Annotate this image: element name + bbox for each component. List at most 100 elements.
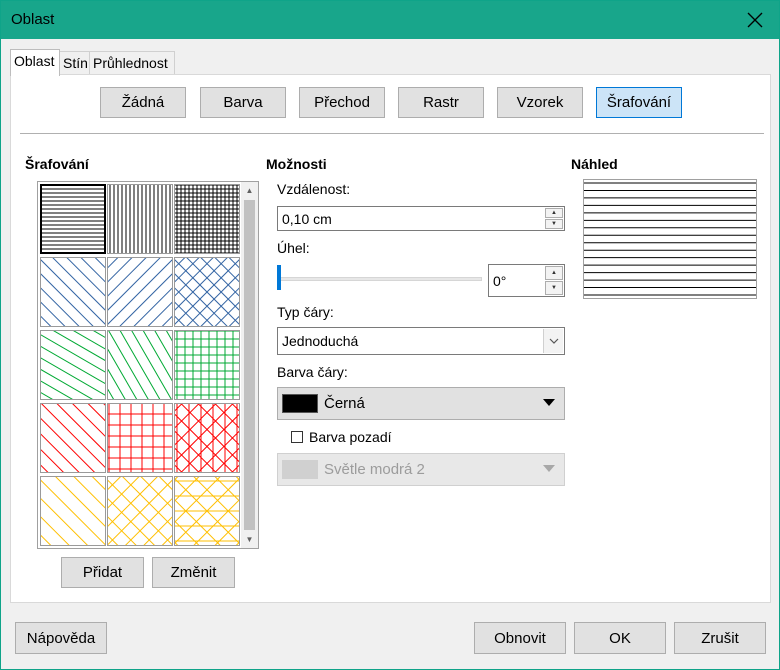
fill-gradient-button[interactable]: Přechod [299, 87, 385, 118]
hatch-line [0, 377, 152, 530]
tab-area[interactable]: Oblast [10, 49, 60, 76]
close-button[interactable] [735, 5, 775, 35]
spin-up-icon[interactable]: ▲ [545, 266, 563, 280]
hatch-line [151, 323, 322, 494]
spin-down-icon[interactable]: ▼ [545, 219, 563, 229]
dropdown-arrow-icon [543, 399, 555, 406]
hatch-pattern-thumbnail [87, 244, 327, 486]
options-title: Možnosti [266, 156, 327, 172]
hatch-pattern-item[interactable] [0, 226, 223, 504]
hatch-pattern-thumbnail [0, 362, 289, 653]
fill-pattern-button[interactable]: Vzorek [497, 87, 583, 118]
line-type-select[interactable]: Jednoduchá [277, 327, 565, 355]
hatch-pattern-thumbnail [0, 362, 222, 653]
fill-bitmap-button[interactable]: Rastr [398, 87, 484, 118]
hatch-line [0, 143, 162, 306]
hatch-pattern-thumbnail [58, 143, 356, 441]
hatch-pattern-item[interactable] [49, 98, 231, 340]
fill-none-button[interactable]: Žádná [100, 87, 186, 118]
modify-button[interactable]: Změnit [152, 557, 235, 588]
hatch-pattern-item[interactable] [58, 289, 356, 587]
add-button[interactable]: Přidat [61, 557, 144, 588]
hatch-pattern-item[interactable] [0, 362, 222, 653]
hatch-line [100, 331, 271, 502]
hatch-line [51, 362, 222, 533]
line-color-value: Černá [324, 395, 365, 412]
cancel-button[interactable]: Zrušit [674, 622, 766, 654]
hatch-pattern-item[interactable] [0, 128, 193, 310]
angle-value: 0° [493, 273, 507, 289]
hatch-pattern-thumbnail [0, 128, 193, 310]
hatch-pattern-item[interactable] [0, 362, 289, 653]
hatch-line [109, 340, 280, 511]
hatch-line [0, 426, 133, 504]
hatch-line [121, 206, 293, 378]
hatch-line [140, 225, 262, 435]
spin-down-icon[interactable]: ▼ [545, 281, 563, 295]
hatch-line [0, 470, 106, 577]
hatch-line [0, 408, 137, 546]
hatch-line [134, 340, 305, 511]
window-title: Oblast [11, 11, 55, 28]
hatch-pattern-item[interactable] [0, 143, 222, 441]
fill-hatching-button[interactable]: Šrafování [596, 87, 682, 118]
hatch-pattern-item[interactable] [20, 317, 260, 559]
chevron-down-icon[interactable] [543, 329, 563, 353]
tab-shadow[interactable]: Stín [59, 51, 90, 75]
hatch-line [0, 218, 159, 378]
hatch-line [0, 345, 95, 441]
hatch-line [0, 331, 102, 434]
hatching-scrollbar[interactable]: ▲ ▼ [241, 182, 258, 548]
scroll-down-icon[interactable]: ▼ [241, 531, 258, 548]
angle-slider-thumb[interactable] [277, 265, 281, 290]
hatch-line [0, 150, 169, 320]
ok-button[interactable]: OK [574, 622, 666, 654]
preview-box [583, 179, 757, 299]
spacing-spinbox[interactable]: 0,10 cm ▲ ▼ [277, 206, 565, 231]
hatch-line [143, 331, 314, 502]
background-color-label: Barva pozadí [309, 429, 392, 445]
hatch-line [83, 314, 255, 486]
dropdown-arrow-icon [543, 465, 555, 472]
hatch-line [0, 361, 160, 522]
background-color-swatch [282, 460, 318, 479]
angle-spinbox[interactable]: 0° ▲ ▼ [488, 264, 565, 297]
hatch-pattern-item[interactable] [1, 215, 279, 515]
hatch-pattern-item[interactable] [87, 98, 327, 340]
hatch-pattern-thumbnail [58, 362, 356, 660]
line-color-swatch [282, 394, 318, 413]
spin-up-icon[interactable]: ▲ [545, 208, 563, 218]
hatch-line [54, 206, 226, 378]
hatch-pattern-item[interactable] [0, 143, 289, 441]
hatch-line [0, 392, 145, 538]
hatch-line [12, 328, 183, 499]
hatch-pattern-thumbnail [87, 98, 327, 340]
hatch-line [151, 382, 322, 553]
hatch-line [118, 270, 289, 441]
reset-button[interactable]: Obnovit [474, 622, 566, 654]
hatch-line [0, 322, 178, 426]
hatch-line [20, 320, 191, 491]
hatch-line [35, 304, 207, 476]
scroll-up-icon[interactable]: ▲ [241, 182, 258, 199]
hatch-pattern-item[interactable] [0, 289, 222, 585]
scroll-thumb[interactable] [244, 200, 255, 530]
hatch-line [0, 362, 162, 525]
background-color-checkbox[interactable] [291, 431, 303, 443]
hatch-line [117, 348, 288, 519]
hatch-line [3, 243, 213, 365]
hatch-pattern-item[interactable] [58, 362, 356, 660]
hatch-line [92, 323, 263, 494]
hatch-pattern-thumbnail [0, 143, 289, 441]
hatch-pattern-item[interactable] [58, 143, 356, 441]
fill-color-button[interactable]: Barva [200, 87, 286, 118]
line-color-dropdown[interactable]: Černá [277, 387, 565, 420]
help-button[interactable]: Nápověda [15, 622, 107, 654]
tab-transparency[interactable]: Průhlednost [89, 51, 175, 75]
hatch-pattern-thumbnail [1, 215, 279, 515]
title-bar: Oblast [1, 1, 779, 39]
line-color-label: Barva čáry: [277, 364, 348, 380]
angle-slider-track[interactable] [277, 277, 482, 281]
hatch-pattern-item[interactable] [87, 244, 327, 486]
hatch-line [44, 150, 215, 321]
